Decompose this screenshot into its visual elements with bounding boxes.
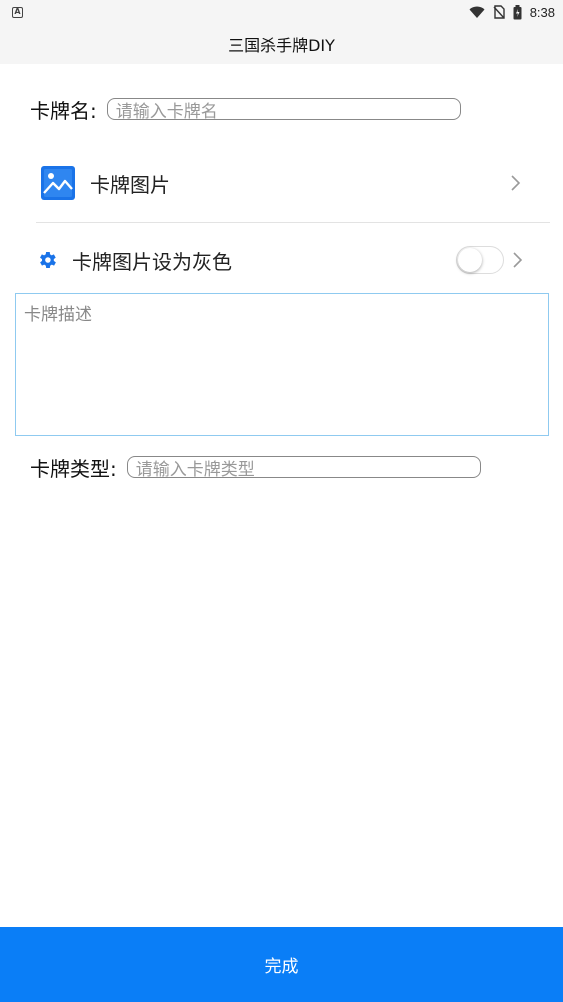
chevron-right-icon [513,252,523,268]
card-description-placeholder: 卡牌描述 [24,305,92,325]
app-screen: A 8:38 三国杀手牌DIY 卡牌名: 请输入卡牌名 卡牌图片 卡牌图片设为灰… [0,0,563,1002]
done-button-label: 完成 [264,957,299,977]
page-title: 三国杀手牌DIY [228,36,335,55]
gray-image-toggle[interactable] [456,246,504,274]
card-type-label: 卡牌类型: [30,456,117,481]
status-bar: A 8:38 [0,0,563,24]
card-image-row[interactable]: 卡牌图片 [38,148,548,218]
card-type-row: 卡牌类型: 请输入卡牌类型 [30,452,490,482]
wifi-icon [469,6,485,18]
card-name-row: 卡牌名: 请输入卡牌名 [30,94,470,124]
card-type-input[interactable]: 请输入卡牌类型 [126,456,481,480]
status-time: 8:38 [529,4,555,20]
no-sim-icon [493,5,505,19]
card-description-input[interactable]: 卡牌描述 [15,293,549,436]
card-image-label: 卡牌图片 [90,172,170,197]
divider [36,222,550,223]
gear-icon [40,252,56,268]
done-button[interactable]: 完成 [0,927,563,1002]
card-name-placeholder: 请输入卡牌名 [115,101,218,122]
card-type-placeholder: 请输入卡牌类型 [135,459,255,480]
status-right: 8:38 [469,4,555,20]
card-name-input[interactable]: 请输入卡牌名 [106,98,461,122]
gray-image-row: 卡牌图片设为灰色 [36,240,548,280]
toggle-knob [458,248,482,272]
image-icon [41,166,75,200]
status-left: A [12,6,23,18]
notification-app-icon: A [12,6,23,18]
title-bar: 三国杀手牌DIY [0,24,563,64]
card-name-label: 卡牌名: [30,98,97,123]
chevron-right-icon [511,175,521,191]
gray-image-label: 卡牌图片设为灰色 [72,249,232,274]
battery-icon [513,4,522,19]
